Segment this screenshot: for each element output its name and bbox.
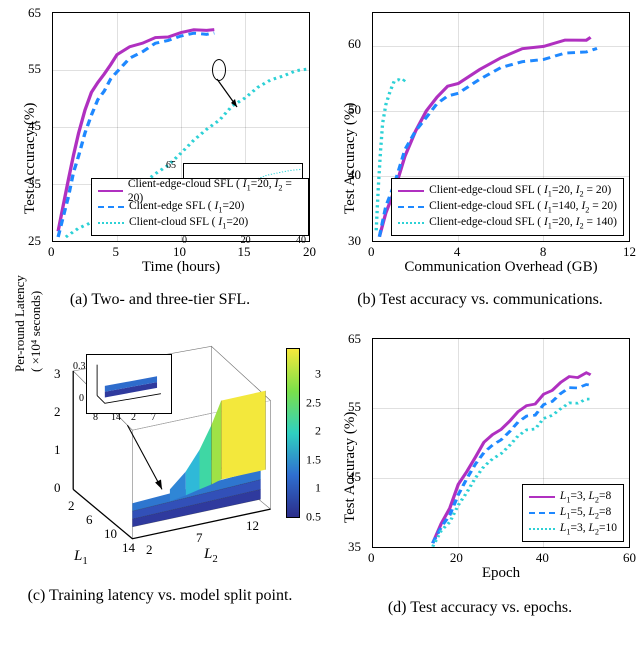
legend-item: L1=3, L2=10 — [560, 522, 617, 536]
figure-grid: 0 20 40 25 45 65 Client-edge-cloud SFL (… — [0, 0, 640, 640]
tick: 14 — [111, 412, 121, 423]
tick: 0.5 — [306, 510, 321, 525]
legend-item: L1=3, L2=8 — [560, 490, 611, 504]
tick: 40 — [536, 550, 549, 566]
annotation-marker — [212, 59, 226, 81]
tick: 2 — [131, 412, 136, 423]
tick: 3 — [54, 366, 61, 382]
tick: 0 — [54, 480, 61, 496]
ylabel: Test Accuracy (%) — [342, 411, 359, 522]
tick: 0 — [368, 550, 375, 566]
xlabel: Epoch — [372, 565, 630, 582]
zlabel-2: ( ×10⁴ seconds) — [28, 291, 44, 372]
tick: 14 — [122, 540, 135, 556]
subplot-c: 0 1 2 3 2 6 10 14 2 7 12 Per-round Laten… — [0, 310, 320, 640]
tick: 20 — [303, 244, 316, 260]
tick: 2 — [68, 498, 75, 514]
tick: 20 — [450, 550, 463, 566]
tick: 25 — [28, 233, 41, 249]
tick: 12 — [246, 518, 259, 534]
tick: 8 — [93, 412, 98, 423]
subplot-d: L1=3, L2=8 L1=5, L2=8 L1=3, L2=10 35 45 … — [320, 310, 640, 640]
caption-a: (a) Two- and three-tier SFL. — [4, 284, 316, 310]
subplot-b: Client-edge-cloud SFL ( I1=20, I2 = 20) … — [320, 0, 640, 310]
tick: 0 — [48, 244, 55, 260]
tick: 1 — [54, 442, 61, 458]
tick: 35 — [348, 539, 361, 555]
xlabel: Time (hours) — [52, 259, 310, 276]
legend-item: Client-edge-cloud SFL ( I1=140, I2 = 20) — [429, 200, 617, 214]
caption-d: (d) Test accuracy vs. epochs. — [324, 592, 636, 618]
ylabel: Test Accuracy (%) — [342, 103, 359, 214]
tick: 65 — [28, 5, 41, 21]
tick: 8 — [540, 244, 547, 260]
tick: 65 — [348, 331, 361, 347]
legend-item: L1=5, L2=8 — [560, 506, 611, 520]
legend-item: Client-cloud SFL ( I1=20) — [129, 216, 248, 230]
tick: 10 — [173, 244, 186, 260]
tick: 4 — [454, 244, 461, 260]
tick: 0 — [79, 393, 84, 404]
tick: 10 — [104, 526, 117, 542]
plot-d-legend: L1=3, L2=8 L1=5, L2=8 L1=3, L2=10 — [522, 484, 624, 542]
tick: 2 — [54, 404, 61, 420]
tick: 55 — [28, 61, 41, 77]
tick: 0 — [368, 244, 375, 260]
tick: 30 — [348, 233, 361, 249]
tick: 7 — [151, 412, 156, 423]
tick: 2.5 — [306, 395, 321, 410]
plot-b-legend: Client-edge-cloud SFL ( I1=20, I2 = 20) … — [391, 178, 624, 236]
tick: 15 — [238, 244, 251, 260]
legend-item: Client-edge-cloud SFL ( I1=20, I2 = 20) — [429, 184, 611, 198]
caption-c: (c) Training latency vs. model split poi… — [4, 580, 316, 606]
tick: 5 — [113, 244, 120, 260]
ylabel: Test Accuracy (%) — [22, 103, 39, 214]
tick: 6 — [86, 512, 93, 528]
tick: 65 — [166, 160, 176, 171]
plot-a-legend: Client-edge-cloud SFL ( I1=20, I2 = 20) … — [91, 178, 309, 236]
tick: 12 — [623, 244, 636, 260]
xlabel: Communication Overhead (GB) — [372, 259, 630, 276]
tick: 60 — [348, 36, 361, 52]
axis-L1: L1 — [74, 548, 88, 567]
tick: 7 — [196, 530, 203, 546]
tick: 0.3 — [73, 361, 86, 372]
tick: 1.5 — [306, 452, 321, 467]
legend-item: Client-edge-cloud SFL ( I1=20, I2 = 140) — [429, 216, 617, 230]
axis-L2: L2 — [204, 546, 218, 565]
legend-item: Client-edge SFL ( I1=20) — [129, 200, 244, 214]
tick: 60 — [623, 550, 636, 566]
plot-a-axes: 0 20 40 25 45 65 Client-edge-cloud SFL (… — [52, 12, 310, 242]
plot-d-axes: L1=3, L2=8 L1=5, L2=8 L1=3, L2=10 — [372, 338, 630, 548]
subplot-a: 0 20 40 25 45 65 Client-edge-cloud SFL (… — [0, 0, 320, 310]
zlabel: Per-round Latency — [12, 275, 28, 372]
annotation-arrow — [217, 79, 247, 113]
plot-c-inset: 0.3 0 8 14 2 7 — [86, 354, 172, 414]
plot-b-axes: Client-edge-cloud SFL ( I1=20, I2 = 20) … — [372, 12, 630, 242]
caption-b: (b) Test accuracy vs. communications. — [324, 284, 636, 310]
colorbar: 0.5 1 1.5 2 2.5 3 — [286, 348, 300, 518]
tick: 2 — [146, 542, 153, 558]
